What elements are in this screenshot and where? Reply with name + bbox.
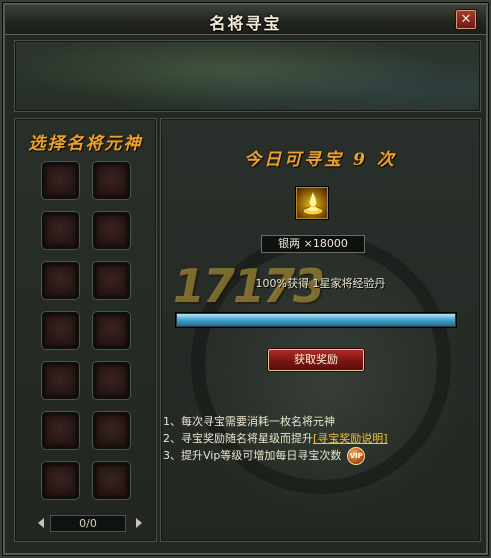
soul-select-panel: 选择名将元神 xyxy=(14,118,157,542)
soul-slot[interactable] xyxy=(93,212,130,249)
pager: 0/0 xyxy=(38,515,148,533)
soul-slot[interactable] xyxy=(42,462,79,499)
treasure-panel: 17173 今日可寻宝 9 次 银两 ×18000 100%获得 1星家将经验丹… xyxy=(160,118,481,542)
top-map-strip xyxy=(14,40,481,112)
rule-item: 3、提升Vip等级可增加每日寻宝次数 VIP xyxy=(163,447,463,465)
window-title: 名将寻宝 xyxy=(209,14,282,33)
vip-icon[interactable]: VIP xyxy=(347,447,366,465)
soul-slot[interactable] xyxy=(93,162,130,199)
rules-list: 1、每次寻宝需要消耗一枚名将元神 2、寻宝奖励随名将星级而提升[寻宝奖励说明] … xyxy=(163,413,463,465)
close-icon: ✕ xyxy=(460,12,472,27)
progress-fill xyxy=(177,314,455,326)
gold-ingot-icon xyxy=(296,187,328,219)
soul-slot[interactable] xyxy=(42,412,79,449)
rule-text: 每次寻宝需要消耗一枚名将元神 xyxy=(181,415,335,428)
soul-slot[interactable] xyxy=(93,312,130,349)
soul-slot[interactable] xyxy=(42,312,79,349)
rule-number: 1、 xyxy=(163,415,181,428)
treasure-window: 名将寻宝 ✕ 选择名将元神 0/0 17173 今日可寻宝 9 次 银两 ×18… xyxy=(0,0,491,558)
soul-slot[interactable] xyxy=(42,262,79,299)
next-page-icon[interactable] xyxy=(136,518,142,528)
reward-text: 100%获得 1星家将经验丹 xyxy=(255,277,386,290)
rule-text: 寻宝奖励随名将星级而提升 xyxy=(181,432,313,445)
cost-display: 银两 ×18000 xyxy=(261,235,365,253)
rule-item: 2、寻宝奖励随名将星级而提升[寻宝奖励说明] xyxy=(163,430,463,447)
title-bar: 名将寻宝 ✕ xyxy=(5,5,486,35)
select-soul-title: 选择名将元神 xyxy=(28,134,143,154)
progress-bar xyxy=(176,313,456,327)
rule-text: 提升Vip等级可增加每日寻宝次数 xyxy=(181,449,342,462)
soul-slot[interactable] xyxy=(42,162,79,199)
reward-info-link[interactable]: [寻宝奖励说明] xyxy=(313,432,388,445)
claim-reward-button[interactable]: 获取奖励 xyxy=(268,349,364,371)
today-count-title: 今日可寻宝 9 次 xyxy=(244,150,397,170)
soul-slot[interactable] xyxy=(42,362,79,399)
soul-slot[interactable] xyxy=(93,412,130,449)
rule-number: 3、 xyxy=(163,449,181,462)
soul-slot[interactable] xyxy=(42,212,79,249)
soul-slot[interactable] xyxy=(93,262,130,299)
rule-item: 1、每次寻宝需要消耗一枚名将元神 xyxy=(163,413,463,430)
soul-slot[interactable] xyxy=(93,362,130,399)
soul-slot[interactable] xyxy=(93,462,130,499)
rule-number: 2、 xyxy=(163,432,181,445)
prev-page-icon[interactable] xyxy=(38,518,44,528)
close-button[interactable]: ✕ xyxy=(456,10,476,29)
page-indicator: 0/0 xyxy=(50,515,126,532)
